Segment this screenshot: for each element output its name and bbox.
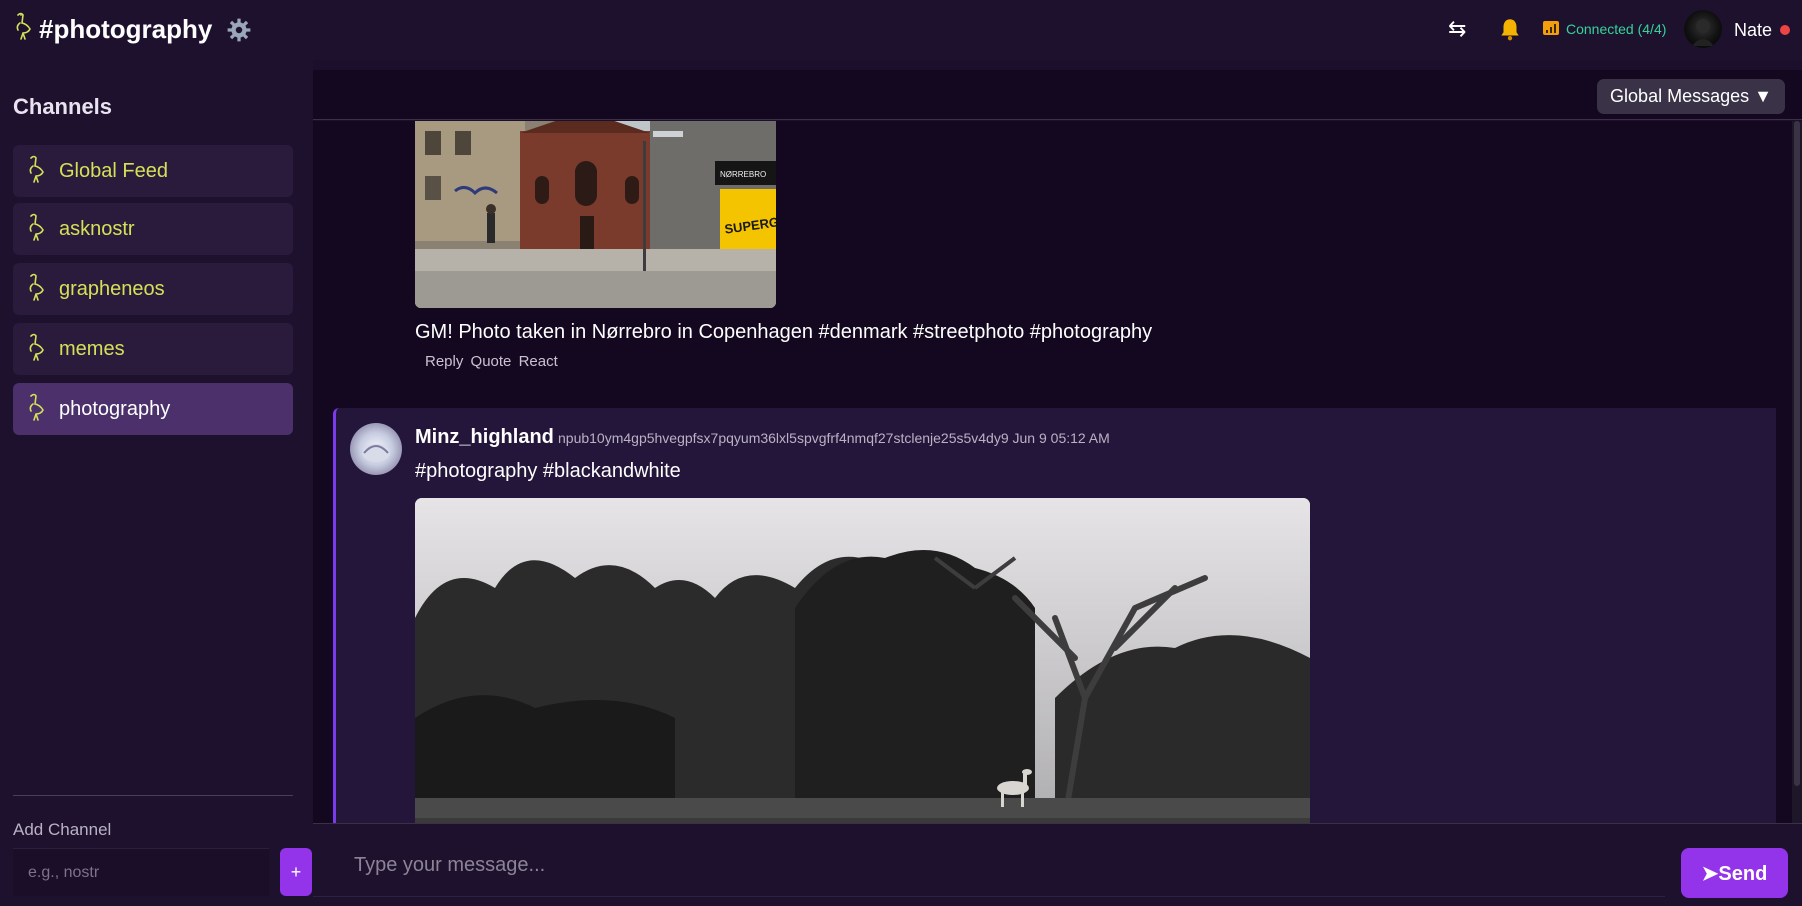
connection-status: Connected (4/4) [1566,21,1667,37]
add-channel-label: Add Channel [13,820,112,839]
message-image[interactable] [415,498,1310,823]
gear-icon[interactable] [226,17,252,43]
message-text: #photography #blackandwhite [415,460,681,482]
feed-scrollbar[interactable] [1792,121,1802,823]
channel-label: grapheneos [59,278,165,300]
channel-sidebar: Channels Global Feed asknostr grapheneos… [0,60,313,906]
scrollbar-thumb[interactable] [1794,121,1800,786]
ostrich-icon [29,333,44,361]
user-avatar[interactable] [1684,10,1722,48]
sidebar-item-asknostr[interactable]: asknostr [13,203,293,255]
bell-icon[interactable] [1497,16,1523,42]
sidebar-item-photography[interactable]: photography [13,383,293,435]
channel-label: memes [59,338,125,360]
sidebar-item-memes[interactable]: memes [13,323,293,375]
message-card: Minz_highland npub10ym4gp5hvegpfsx7pqyum… [333,408,1776,823]
ostrich-icon [29,393,44,421]
signal-icon [1543,21,1559,35]
message-input[interactable] [313,835,1665,897]
message-text: GM! Photo taken in Nørrebro in Copenhage… [415,321,1153,343]
add-channel-button[interactable]: + [280,848,312,896]
message-meta: npub10ym4gp5hvegpfsx7pqyum36lxl5spvgfrf4… [558,430,1110,446]
sidebar-divider [13,795,293,796]
message-actions: Reply Quote React [425,353,561,370]
message-image[interactable]: NØRREBRO SUPERGAIN [415,121,776,308]
ostrich-logo-icon [16,12,31,40]
feed-toolbar: Global Messages ▼ [313,70,1802,120]
shop-sign-nrrebro: NØRREBRO [720,170,766,179]
ostrich-icon [29,213,44,241]
online-status-dot [1780,25,1790,35]
add-channel-input[interactable] [13,848,269,896]
sidebar-item-grapheneos[interactable]: grapheneos [13,263,293,315]
author-pubkey: npub10ym4gp5hvegpfsx7pqyum36lxl5spvgfrf4… [558,430,1009,446]
channels-heading: Channels [13,94,113,119]
message-feed[interactable]: NØRREBRO SUPERGAIN GM! Photo taken in Nø… [313,121,1802,823]
sidebar-item-global-feed[interactable]: Global Feed [13,145,293,197]
channel-label: Global Feed [59,160,168,182]
message-composer: ➤Send [313,823,1802,906]
ostrich-icon [29,273,44,301]
ostrich-icon [29,155,44,183]
page-title: #photography [39,14,213,44]
message-timestamp: Jun 9 05:12 AM [1012,430,1110,446]
username[interactable]: Nate [1734,20,1772,41]
app-header: #photography ⇆ Connected (4/4) Nate [0,0,1802,60]
react-link[interactable]: React [519,353,558,370]
reply-link[interactable]: Reply [425,353,463,370]
channel-label: photography [59,398,171,420]
author-name[interactable]: Minz_highland [415,426,554,449]
quote-link[interactable]: Quote [471,353,512,370]
global-messages-dropdown[interactable]: Global Messages ▼ [1597,79,1785,114]
swap-arrows-icon[interactable]: ⇆ [1448,16,1466,42]
send-button[interactable]: ➤Send [1681,848,1788,898]
author-avatar[interactable] [350,423,402,475]
channel-label: asknostr [59,218,135,240]
